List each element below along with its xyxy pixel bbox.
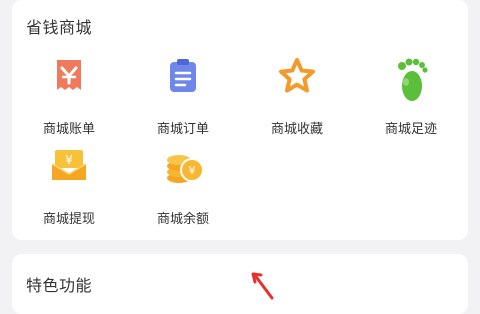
clipboard-icon xyxy=(163,56,203,96)
mall-footprints-label: 商城足迹 xyxy=(384,122,437,137)
mall-card: 省钱商城 商城账单 商城订单 商城收藏 商城足迹 ¥ 商城提现 ¥ 商城余额 xyxy=(12,0,468,240)
bill-icon xyxy=(49,56,89,96)
mall-withdraw-item[interactable]: ¥ 商城提现 xyxy=(12,146,126,227)
svg-text:¥: ¥ xyxy=(65,153,73,167)
mall-footprints-item[interactable]: 商城足迹 xyxy=(354,56,468,137)
mall-bill-item[interactable]: 商城账单 xyxy=(12,56,126,137)
wallet-yen-icon: ¥ xyxy=(49,146,89,186)
mall-favorites-item[interactable]: 商城收藏 xyxy=(240,56,354,137)
star-icon xyxy=(277,56,317,96)
features-card: 特色功能 xyxy=(12,254,468,314)
mall-orders-label: 商城订单 xyxy=(156,122,209,137)
svg-text:¥: ¥ xyxy=(189,164,196,177)
mall-orders-item[interactable]: 商城订单 xyxy=(126,56,240,137)
mall-bill-label: 商城账单 xyxy=(42,122,95,137)
mall-favorites-label: 商城收藏 xyxy=(270,122,323,137)
coins-yen-icon: ¥ xyxy=(163,146,204,186)
features-section-title: 特色功能 xyxy=(26,276,93,295)
red-arrow-annotation-icon xyxy=(250,272,276,304)
mall-withdraw-label: 商城提现 xyxy=(42,212,95,227)
footprint-icon xyxy=(391,56,431,101)
mall-balance-item[interactable]: ¥ 商城余额 xyxy=(126,146,240,227)
mall-balance-label: 商城余额 xyxy=(156,212,209,227)
mall-section-title: 省钱商城 xyxy=(26,18,93,37)
